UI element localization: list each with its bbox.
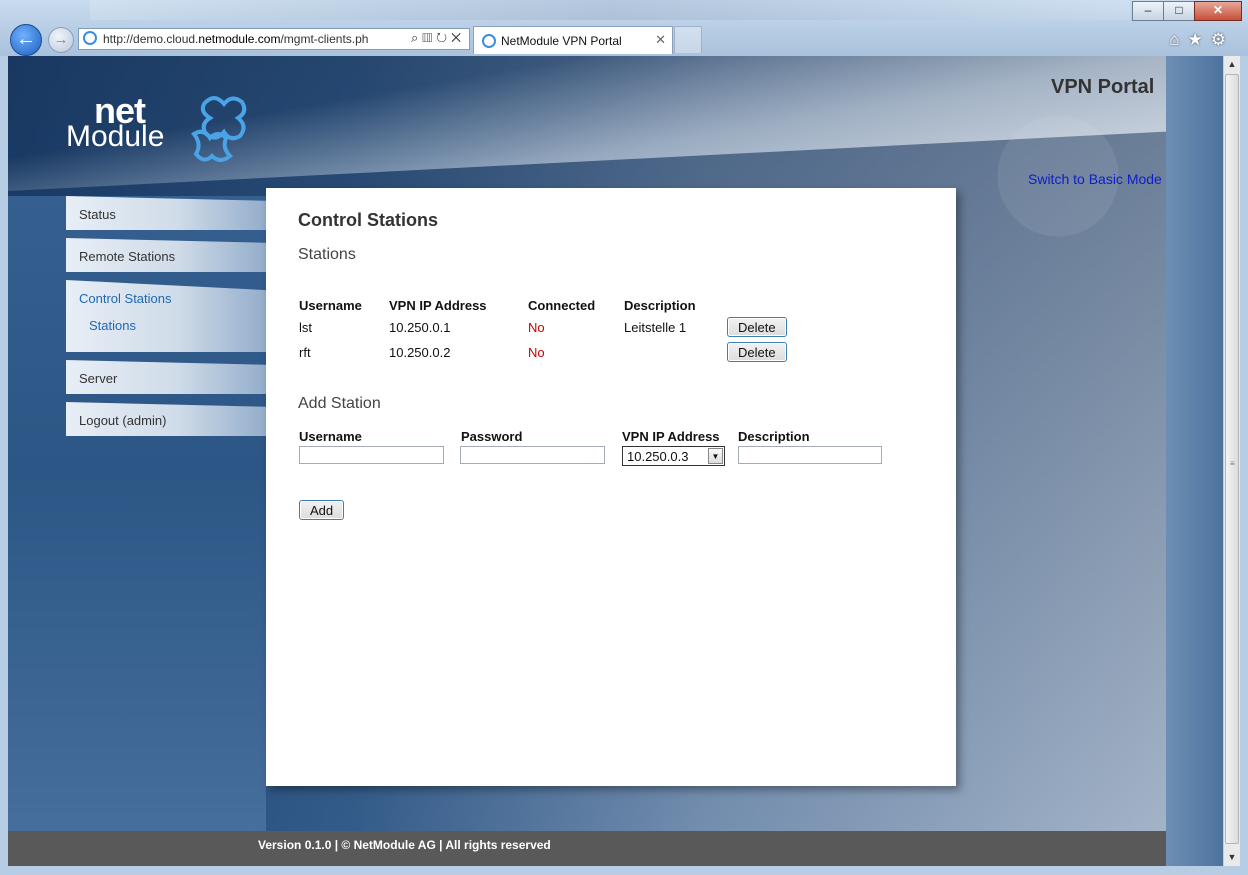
username-label: Username (299, 429, 362, 444)
description-input[interactable] (738, 446, 882, 464)
page-background: net Module VPN Portal Switch to Basic Mo… (8, 56, 1223, 866)
search-icon[interactable]: ⌕ (411, 30, 422, 45)
sidebar-item-logout[interactable]: Logout (admin) (66, 402, 266, 436)
logo-module-text: Module (66, 120, 165, 153)
column-header-username: Username (299, 298, 362, 313)
column-header-ip: VPN IP Address (389, 298, 487, 313)
username-input[interactable] (299, 446, 444, 464)
table-row-ip: 10.250.0.1 (389, 320, 451, 335)
description-label: Description (738, 429, 810, 444)
window-frame-bottom (0, 866, 1248, 875)
window-frame-right (1240, 56, 1248, 875)
close-window-button[interactable]: ✕ (1194, 1, 1242, 21)
footer: Version 0.1.0 | © NetModule AG | All rig… (8, 831, 1223, 866)
password-label: Password (461, 429, 523, 444)
sidebar-item-label: Remote Stations (79, 249, 176, 264)
table-row-username: rft (299, 345, 311, 360)
sidebar-subitem-stations[interactable]: Stations (89, 307, 136, 345)
maximize-button[interactable]: □ (1163, 1, 1195, 21)
address-bar[interactable]: http://demo.cloud.netmodule.com/mgmt-cli… (78, 28, 470, 50)
browser-toolbar-icons: ⌂★⚙ (1169, 30, 1234, 50)
table-row-description: Leitstelle 1 (624, 320, 687, 335)
arrow-right-icon: → (53, 31, 69, 48)
add-button[interactable]: Add (299, 500, 345, 520)
add-station-heading: Add Station (298, 395, 381, 412)
vpn-ip-selected-value: 10.250.0.3 (627, 449, 689, 464)
column-header-description: Description (624, 298, 696, 313)
table-row-connected: No (528, 320, 545, 335)
grip-icon: ≡ (1230, 459, 1235, 468)
back-button[interactable]: ← (10, 24, 42, 56)
page-title: Control Stations (298, 210, 438, 230)
window-controls: – □ ✕ (1132, 1, 1242, 21)
page-viewport: net Module VPN Portal Switch to Basic Mo… (8, 56, 1223, 866)
vertical-scrollbar[interactable]: ▲ ≡ ▼ (1223, 56, 1240, 866)
scroll-thumb[interactable]: ≡ (1225, 74, 1239, 844)
right-pattern (1166, 56, 1223, 866)
arrow-left-icon: ← (16, 28, 36, 50)
sidebar-item-label: Status (79, 207, 116, 222)
portal-title: VPN Portal (1051, 76, 1155, 98)
window-frame-left (0, 56, 8, 875)
delete-button[interactable]: Delete (727, 342, 787, 362)
home-icon[interactable]: ⌂ (1169, 30, 1187, 49)
sidebar-item-control-stations[interactable]: Control Stations Stations (66, 280, 266, 352)
refresh-icon[interactable]: ↻ (436, 30, 451, 45)
stations-heading: Stations (298, 246, 356, 263)
sidebar-item-status[interactable]: Status (66, 196, 266, 230)
footer-text: Version 0.1.0 | © NetModule AG | All rig… (258, 838, 551, 852)
scroll-down-icon[interactable]: ▼ (1224, 849, 1240, 865)
tab-close-icon[interactable]: ✕ (655, 32, 666, 48)
tab-favicon-icon (482, 34, 496, 48)
delete-button[interactable]: Delete (727, 317, 787, 337)
taskbar-blur (90, 0, 1130, 20)
switch-basic-mode-link[interactable]: Switch to Basic Mode (1028, 171, 1162, 187)
browser-chrome: – □ ✕ ← → http://demo.cloud.netmodule.co… (0, 0, 1248, 56)
new-tab-button[interactable] (674, 26, 702, 53)
compat-view-icon[interactable]: ▥ (422, 30, 436, 45)
chevron-down-icon[interactable]: ▼ (708, 448, 723, 464)
table-row-ip: 10.250.0.2 (389, 345, 451, 360)
scroll-up-icon[interactable]: ▲ (1224, 56, 1240, 72)
favorites-star-icon[interactable]: ★ (1188, 30, 1211, 49)
vpn-ip-label: VPN IP Address (622, 429, 720, 444)
sidebar-item-label: Control Stations (79, 291, 172, 306)
tab-title: NetModule VPN Portal (501, 34, 622, 48)
stop-icon[interactable]: ✕ (451, 30, 465, 45)
address-tools: ⌕▥↻✕ (411, 30, 465, 46)
puzzle-logo-icon (191, 96, 247, 162)
column-header-connected: Connected (528, 298, 596, 313)
url-text: http://demo.cloud.netmodule.com/mgmt-cli… (103, 32, 369, 46)
vpn-ip-select[interactable]: 10.250.0.3 ▼ (622, 446, 725, 466)
sidebar-menu: Status Remote Stations Control Stations … (66, 196, 266, 444)
forward-button[interactable]: → (48, 27, 74, 53)
table-row-connected: No (528, 345, 545, 360)
sidebar-item-remote-stations[interactable]: Remote Stations (66, 238, 266, 272)
browser-tab[interactable]: NetModule VPN Portal ✕ (473, 26, 673, 54)
minimize-button[interactable]: – (1132, 1, 1164, 21)
gear-icon[interactable]: ⚙ (1211, 30, 1234, 49)
sidebar-item-label: Server (79, 371, 118, 386)
password-input[interactable] (460, 446, 605, 464)
main-content: Control Stations Stations Username VPN I… (266, 188, 956, 786)
table-row-username: lst (299, 320, 312, 335)
sidebar-item-label: Logout (admin) (79, 413, 167, 428)
sidebar-item-server[interactable]: Server (66, 360, 266, 394)
ie-icon (83, 31, 97, 45)
netmodule-logo: net Module (66, 90, 256, 164)
